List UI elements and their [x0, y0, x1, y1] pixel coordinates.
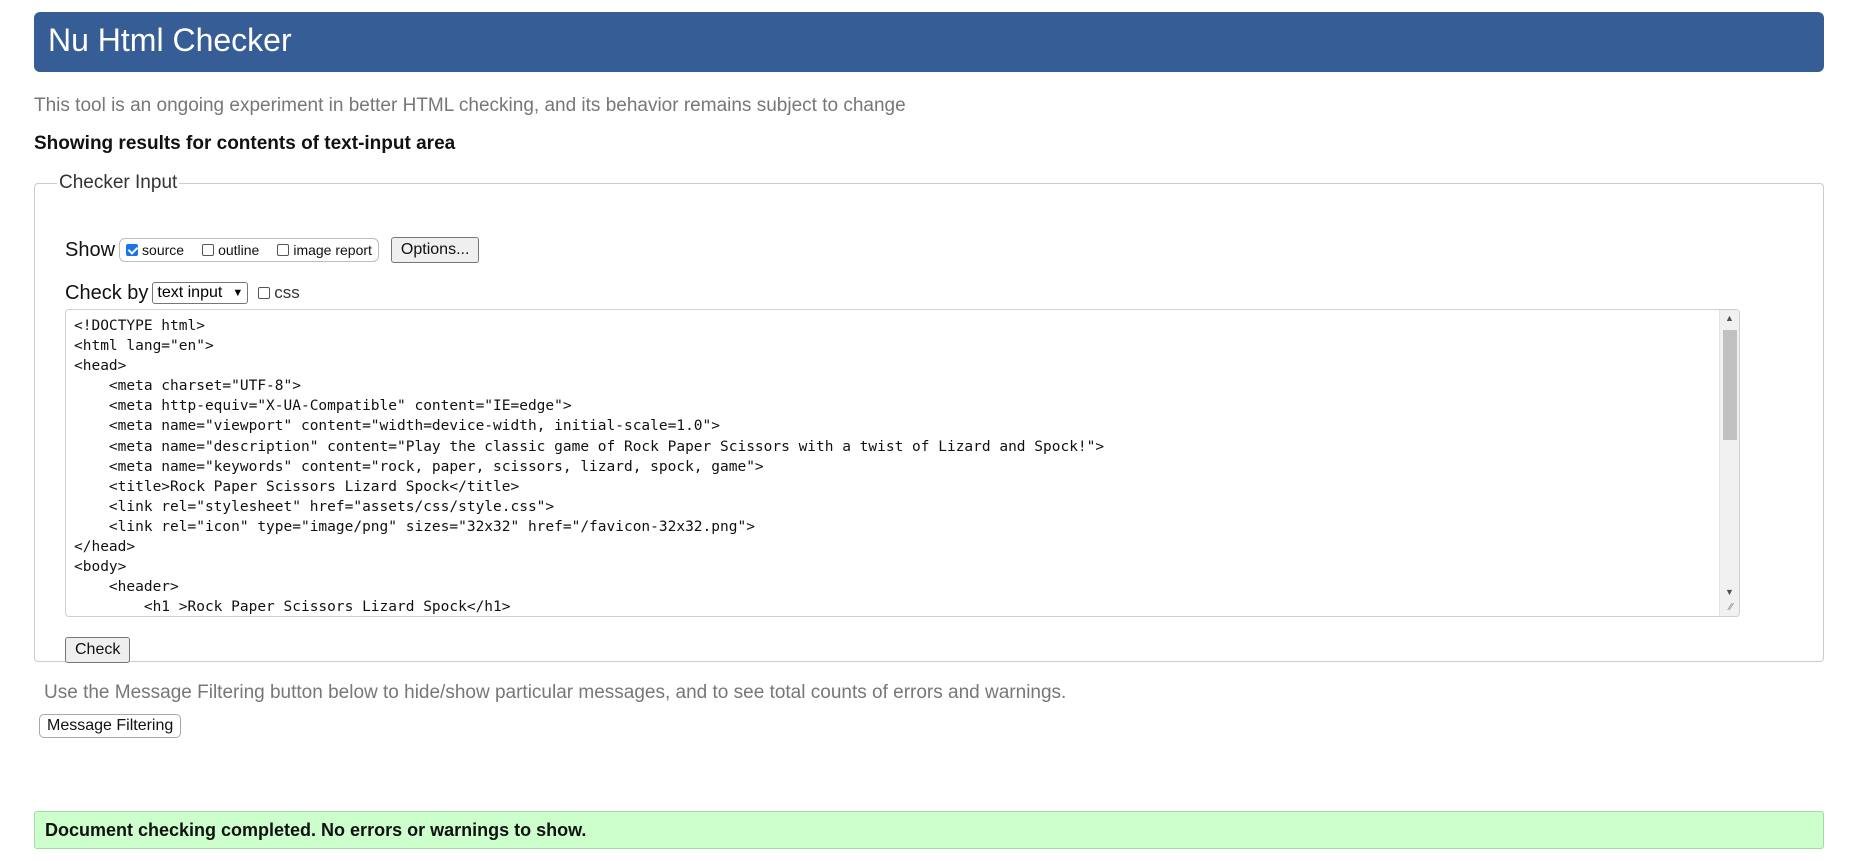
success-message: Document checking completed. No errors o… [34, 811, 1824, 849]
checker-input-legend: Checker Input [59, 172, 178, 193]
image-report-checkbox[interactable] [277, 244, 290, 256]
outline-checkbox[interactable] [202, 244, 215, 256]
checker-input-fieldset: Checker Input Show source outline image … [34, 172, 1824, 663]
results-heading: Showing results for contents of text-inp… [34, 133, 456, 154]
scrollbar-thumb[interactable] [1723, 330, 1737, 440]
source-label: source [142, 242, 185, 258]
message-filtering-button[interactable]: Message Filtering [39, 714, 182, 738]
show-image-report-option[interactable]: image report [277, 242, 372, 258]
image-report-label: image report [293, 242, 372, 258]
header-banner: Nu Html Checker [34, 12, 1824, 72]
check-by-select[interactable]: text input ▼ [152, 282, 249, 304]
css-checkbox[interactable] [258, 287, 271, 299]
show-outline-option[interactable]: outline [202, 242, 259, 258]
source-checkbox[interactable] [126, 244, 139, 256]
vertical-scrollbar[interactable]: ▲ ▼ [1719, 310, 1739, 616]
check-button[interactable]: Check [65, 637, 131, 663]
resize-handle-icon[interactable]: ∕∕ [1725, 602, 1737, 614]
intro-text: This tool is an ongoing experiment in be… [34, 95, 906, 116]
show-row: Show source outline image report Options… [65, 236, 480, 264]
outline-label: outline [218, 242, 260, 258]
show-options-group: source outline image report [119, 238, 379, 262]
options-button[interactable]: Options... [390, 237, 480, 263]
css-option[interactable]: css [258, 283, 300, 303]
check-by-label: Check by [65, 281, 149, 304]
check-by-value: text input [157, 284, 223, 301]
css-label: css [274, 283, 300, 302]
scroll-up-icon[interactable]: ▲ [1720, 310, 1739, 326]
scroll-down-icon[interactable]: ▼ [1720, 584, 1739, 600]
chevron-down-icon: ▼ [232, 287, 244, 299]
check-by-row: Check by text input ▼ css [65, 280, 300, 306]
source-text: <!DOCTYPE html> <html lang="en"> <head> … [74, 318, 1105, 616]
show-source-option[interactable]: source [126, 242, 184, 258]
source-textarea[interactable]: <!DOCTYPE html> <html lang="en"> <head> … [65, 309, 1740, 617]
page-title: Nu Html Checker [48, 22, 292, 58]
show-label: Show [65, 238, 116, 261]
filter-note: Use the Message Filtering button below t… [44, 682, 1067, 703]
